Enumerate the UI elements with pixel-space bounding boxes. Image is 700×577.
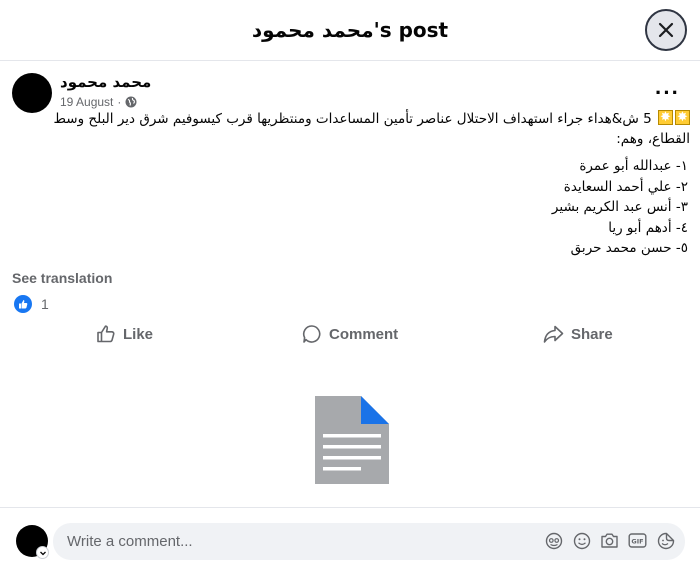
gif-icon: GIF	[628, 533, 647, 548]
author-name[interactable]: محمد محمود	[60, 73, 151, 91]
close-icon	[658, 22, 674, 38]
more-options-button[interactable]: ···	[655, 80, 680, 106]
like-button[interactable]: Like	[96, 324, 153, 344]
thumbs-up-icon	[97, 325, 115, 343]
sparkle-emoji-icon	[675, 108, 690, 128]
emoji-button[interactable]	[572, 531, 591, 550]
like-reaction-icon	[14, 295, 32, 313]
comment-input[interactable]: Write a comment... GIF	[53, 523, 685, 560]
list-item: ٣- أنس عبد الكريم بشير	[551, 199, 688, 215]
see-translation-link[interactable]: See translation	[12, 270, 112, 286]
comment-placeholder: Write a comment...	[67, 533, 193, 550]
like-label: Like	[123, 325, 154, 343]
share-button[interactable]: Share	[543, 324, 613, 344]
more-icon: ···	[655, 80, 680, 105]
composer-icons: GIF	[544, 531, 675, 550]
list-item: ٤- أدهم أبو ريا	[608, 219, 688, 236]
document-icon	[315, 396, 389, 484]
reactions-summary[interactable]: 1	[14, 295, 49, 313]
post-text: 5 ش&هداء جراء استهداف الاحتلال عناصر تأم…	[14, 108, 690, 149]
names-list: ١- عبدالله أبو عمرة ٢- علي أحمد السعايدة…	[552, 156, 688, 259]
camera-icon	[601, 533, 618, 548]
list-item: ٢- علي أحمد السعايدة	[563, 178, 688, 195]
close-button[interactable]	[645, 9, 687, 51]
list-item: ٥- حسن محمد حربق	[570, 240, 688, 256]
post-actions: Like Comment Share	[0, 318, 700, 352]
share-label: Share	[571, 325, 613, 343]
account-switch-button[interactable]	[36, 546, 49, 559]
comment-label: Comment	[329, 325, 399, 343]
share-icon	[543, 325, 564, 343]
post-date[interactable]: 19 August	[60, 95, 113, 109]
svg-text:GIF: GIF	[631, 538, 643, 546]
post-meta: 19 August ·	[60, 95, 137, 109]
reaction-count: 1	[41, 296, 49, 312]
gif-button[interactable]: GIF	[628, 531, 647, 550]
chevron-down-icon	[39, 551, 46, 555]
avatar-sticker-icon	[545, 532, 562, 549]
globe-icon	[125, 96, 137, 108]
post-paragraph: 5 ش&هداء جراء استهداف الاحتلال عناصر تأم…	[53, 111, 690, 147]
sticker-icon	[657, 532, 674, 549]
comment-button[interactable]: Comment	[302, 324, 398, 344]
author-avatar[interactable]	[12, 73, 52, 113]
dialog-header: محمد محمود's post	[0, 0, 700, 61]
emoji-icon	[573, 532, 590, 549]
list-item: ١- عبدالله أبو عمرة	[579, 158, 688, 174]
avatar-sticker-button[interactable]	[544, 531, 563, 550]
dialog-title: محمد محمود's post	[251, 18, 449, 42]
sparkle-emoji-icon	[658, 108, 673, 128]
meta-separator: ·	[117, 95, 122, 109]
camera-button[interactable]	[600, 531, 619, 550]
sticker-button[interactable]	[656, 531, 675, 550]
comment-icon	[302, 325, 321, 343]
